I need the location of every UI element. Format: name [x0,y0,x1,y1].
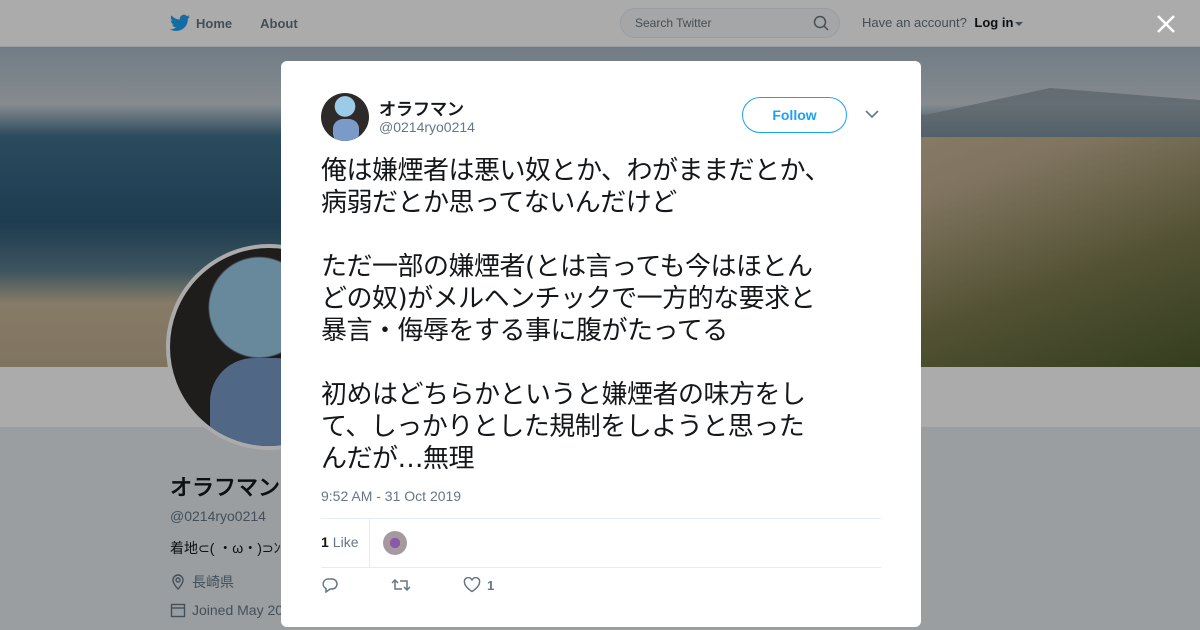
likes-count: 1 [321,534,329,550]
author-name[interactable]: オラフマン [379,95,464,120]
retweet-icon [391,578,411,592]
follow-button[interactable]: Follow [742,97,847,133]
tweet-actions: 1 [321,577,546,593]
tweet-timestamp[interactable]: 9:52 AM - 31 Oct 2019 [321,488,461,504]
tweet-modal: オラフマン @0214ryo0214 Follow 俺は嫌煙者は悪い奴とか、わが… [281,61,921,627]
avatar-figure [333,119,359,141]
retweet-button[interactable] [391,577,411,593]
chevron-down-icon[interactable] [865,109,879,119]
like-action-count: 1 [487,577,495,593]
author-handle[interactable]: @0214ryo0214 [379,119,475,135]
stats-divider [369,519,370,567]
close-icon[interactable] [1154,12,1178,36]
likes-label: Like [332,534,359,550]
like-button[interactable]: 1 [463,577,494,593]
tweet-text: 俺は嫌煙者は悪い奴とか、わがままだとか、 病弱だとか思ってないんだけど ただ一部… [321,156,830,474]
reply-icon [322,578,338,593]
likes-stat[interactable]: 1 Like [321,534,358,550]
author-avatar[interactable] [321,93,369,141]
heart-icon [463,577,481,593]
reply-button[interactable] [321,577,339,593]
liker-avatar[interactable] [383,531,407,555]
tweet-stats: 1 Like [321,518,881,568]
